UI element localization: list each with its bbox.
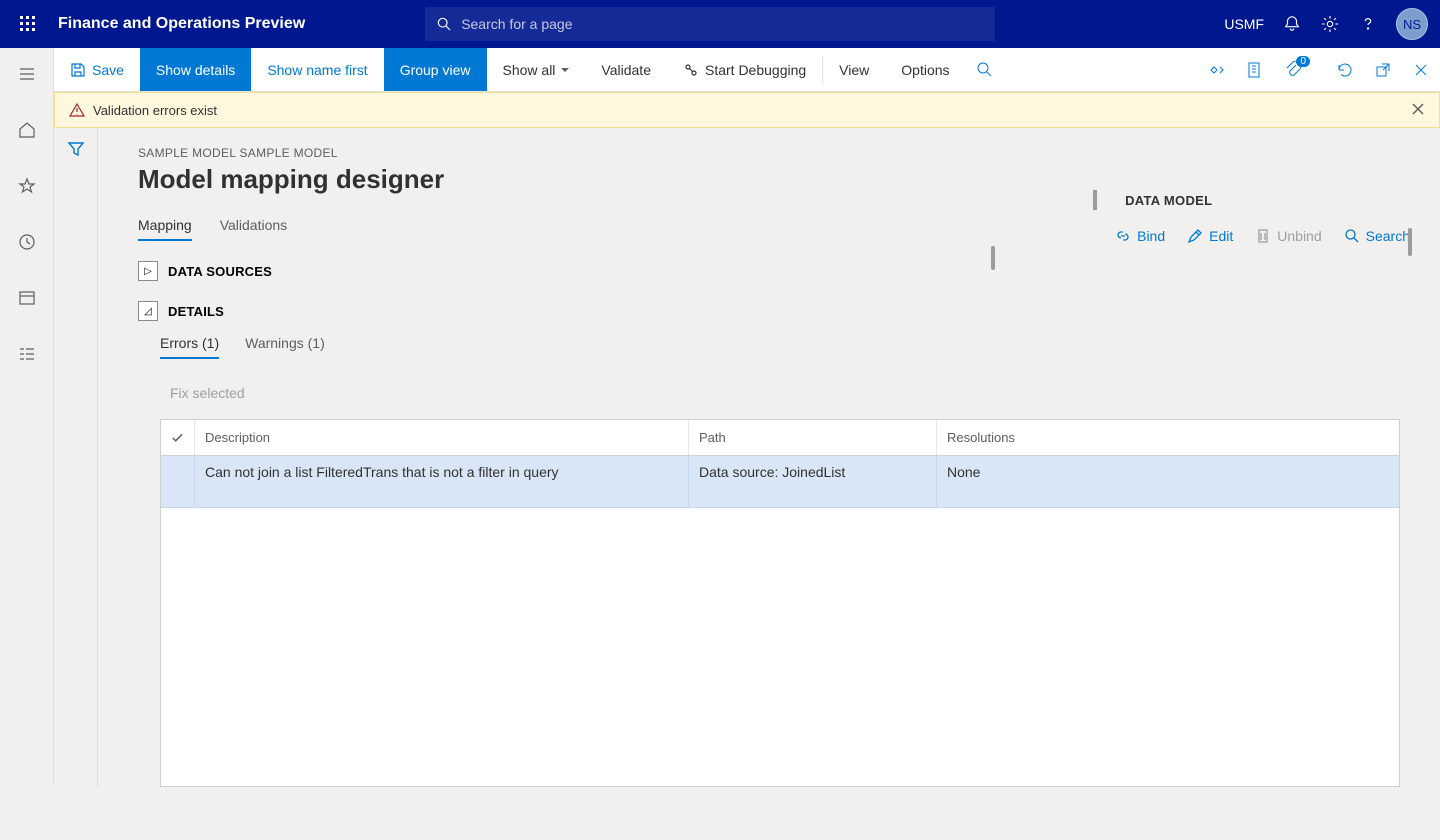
edit-button[interactable]: Edit <box>1187 228 1233 244</box>
right-resize-handle[interactable] <box>1408 228 1412 256</box>
modules-icon[interactable] <box>0 338 54 370</box>
grid-header: Description Path Resolutions <box>161 420 1399 456</box>
banner-close-icon[interactable] <box>1411 102 1425 119</box>
save-label: Save <box>92 62 124 78</box>
show-all-dropdown[interactable]: Show all <box>487 48 586 91</box>
help-icon[interactable] <box>1358 14 1378 34</box>
notifications-icon[interactable] <box>1282 14 1302 34</box>
recent-icon[interactable] <box>0 226 54 258</box>
action-bar: Save Show details Show name first Group … <box>54 48 1440 92</box>
data-model-panel: DATA MODEL Bind Edit Unbind Search <box>1093 190 1410 244</box>
show-name-first-button[interactable]: Show name first <box>251 48 383 91</box>
search-placeholder: Search for a page <box>461 16 572 32</box>
mid-resize-handle[interactable] <box>991 246 995 270</box>
bind-button[interactable]: Bind <box>1115 228 1165 244</box>
settings-icon[interactable] <box>1320 14 1340 34</box>
data-sources-expand-button[interactable]: ▷ <box>138 261 158 281</box>
warnings-tab[interactable]: Warnings (1) <box>245 335 325 359</box>
errors-tab[interactable]: Errors (1) <box>160 335 219 359</box>
options-menu[interactable]: Options <box>885 48 965 91</box>
details-collapse-button[interactable]: ◿ <box>138 301 158 321</box>
row-resolutions: None <box>937 456 1125 507</box>
app-launcher-icon[interactable] <box>12 0 44 48</box>
home-icon[interactable] <box>0 114 54 146</box>
fix-selected-button: Fix selected <box>170 385 1400 401</box>
show-details-button[interactable]: Show details <box>140 48 251 91</box>
attachments-icon[interactable]: 0 <box>1274 48 1326 91</box>
user-avatar[interactable]: NS <box>1396 8 1428 40</box>
topbar: Finance and Operations Preview Search fo… <box>0 0 1440 48</box>
warning-icon <box>69 102 85 118</box>
col-path[interactable]: Path <box>689 420 937 455</box>
funnel-icon <box>67 140 85 158</box>
save-button[interactable]: Save <box>54 48 140 91</box>
tab-mapping[interactable]: Mapping <box>138 217 192 241</box>
favorites-icon[interactable] <box>0 170 54 202</box>
validation-text: Validation errors exist <box>93 103 217 118</box>
filter-rail[interactable] <box>54 128 98 787</box>
company-picker[interactable]: USMF <box>1224 16 1264 32</box>
global-search-input[interactable]: Search for a page <box>425 7 995 41</box>
popout-icon[interactable] <box>1364 48 1402 91</box>
breadcrumb: SAMPLE MODEL SAMPLE MODEL <box>138 146 1400 160</box>
group-view-button[interactable]: Group view <box>384 48 487 91</box>
hamburger-icon[interactable] <box>0 58 54 90</box>
attachment-count: 0 <box>1296 56 1310 67</box>
details-header: DETAILS <box>168 304 224 319</box>
close-page-icon[interactable] <box>1402 48 1440 91</box>
open-in-office-icon[interactable] <box>1236 48 1274 91</box>
unbind-button: Unbind <box>1255 228 1321 244</box>
start-debugging-button[interactable]: Start Debugging <box>667 48 822 91</box>
data-model-header: DATA MODEL <box>1093 190 1410 210</box>
filter-search-icon[interactable] <box>966 48 1004 91</box>
validation-banner: Validation errors exist <box>54 92 1440 128</box>
col-resolutions[interactable]: Resolutions <box>937 420 1125 455</box>
row-checkbox[interactable] <box>161 456 195 507</box>
view-menu[interactable]: View <box>823 48 885 91</box>
data-sources-header: DATA SOURCES <box>168 264 272 279</box>
workspaces-icon[interactable] <box>0 282 54 314</box>
refresh-icon[interactable] <box>1326 48 1364 91</box>
table-row[interactable]: Can not join a list FilteredTrans that i… <box>161 456 1399 508</box>
app-title: Finance and Operations Preview <box>58 15 305 33</box>
errors-grid: Description Path Resolutions Can not joi… <box>160 419 1400 787</box>
start-debugging-label: Start Debugging <box>705 62 806 78</box>
left-nav-rail <box>0 48 54 787</box>
validate-button[interactable]: Validate <box>585 48 667 91</box>
col-description[interactable]: Description <box>195 420 689 455</box>
row-description: Can not join a list FilteredTrans that i… <box>195 456 689 507</box>
search-button[interactable]: Search <box>1344 228 1410 244</box>
personalize-icon[interactable] <box>1198 48 1236 91</box>
tab-validations[interactable]: Validations <box>220 217 287 241</box>
select-all-checkbox[interactable] <box>161 420 195 455</box>
row-path: Data source: JoinedList <box>689 456 937 507</box>
